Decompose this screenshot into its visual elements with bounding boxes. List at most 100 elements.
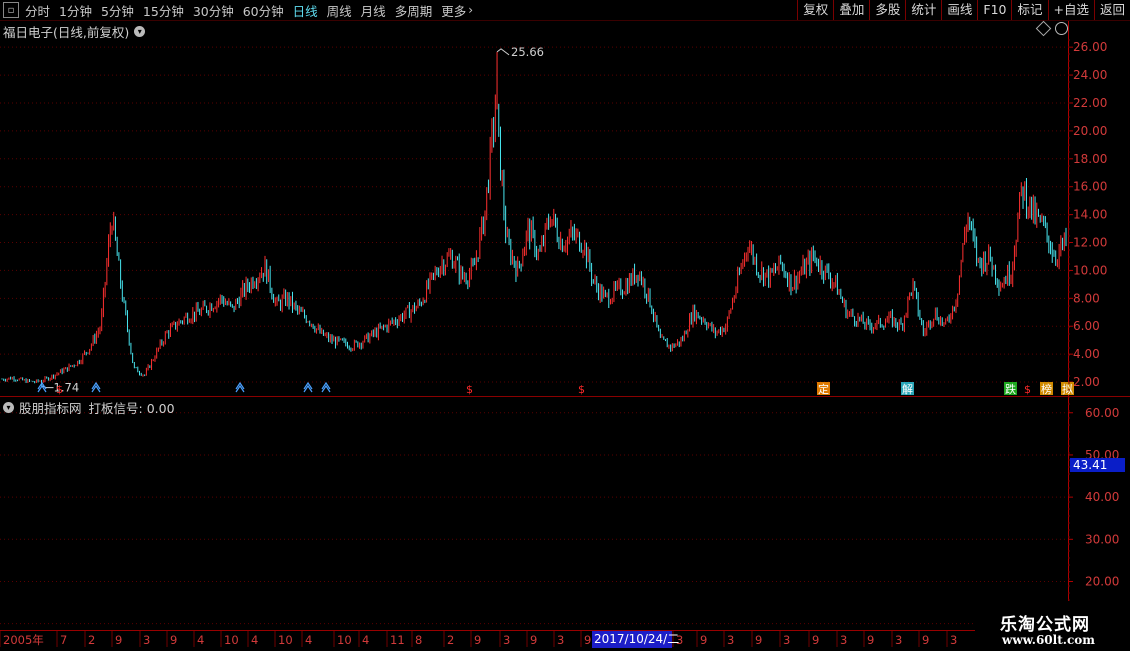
date-label: 8: [415, 633, 422, 647]
date-label: 10: [224, 633, 239, 647]
cursor-value-badge: 43.41: [1070, 458, 1125, 472]
period-tab-0[interactable]: 分时: [25, 1, 50, 20]
date-axis-labels: 2005年 7 2 9 3 9 4 10 4 10 4 10 4 11 8 2 9 3 9 3 9 3 9 3 9 3 9 3 9 3 9 3: [0, 631, 957, 647]
toolbar-button-7[interactable]: +自选: [1047, 0, 1094, 20]
logo-text: 乐淘公式网: [1000, 615, 1090, 635]
period-tab-7[interactable]: 周线: [327, 1, 352, 20]
y-tick-label: 12.00: [1073, 236, 1107, 250]
date-label: 3: [557, 633, 564, 647]
chevron-right-icon[interactable]: ›: [468, 3, 473, 17]
toolbar-button-4[interactable]: 画线: [941, 0, 977, 20]
watermark-logo: 乐淘公式网 www.60lt.com: [975, 601, 1130, 650]
period-toolbar: ▫ 分时 1分钟 5分钟 15分钟 30分钟 60分钟 日线 周线 月线 多周期 更多 › 复权 叠加多…: [0, 0, 1130, 21]
stock-title: 福日电子(日线,前复权): [3, 25, 130, 40]
toolbar-button-2[interactable]: 多股: [869, 0, 905, 20]
toolbar-button-0[interactable]: 复权: [797, 0, 833, 20]
indicator-value: 打板信号: 0.00: [88, 401, 175, 416]
date-label: 4: [305, 633, 312, 647]
date-label: 9: [755, 633, 762, 647]
y-tick-label: 10.00: [1073, 263, 1107, 277]
event-marker-label: 解: [902, 382, 913, 396]
toolbar-button-6[interactable]: 标记: [1011, 0, 1047, 20]
period-tab-8[interactable]: 月线: [361, 1, 386, 20]
max-pointer: [496, 48, 510, 56]
date-label: 9: [700, 633, 707, 647]
panel-toggle-icon[interactable]: ▫: [3, 2, 19, 18]
main-chart-title: 福日电子(日线,前复权) ▾: [3, 22, 146, 41]
toolbar-button-3[interactable]: 统计: [905, 0, 941, 20]
date-label-start: 2005年: [3, 633, 44, 647]
event-marker-label: 拟: [1062, 382, 1073, 396]
y-tick-label: 16.00: [1073, 180, 1107, 194]
y-tick-label: 8.00: [1073, 291, 1100, 305]
y-tick-label: 24.00: [1073, 68, 1107, 82]
period-tab-4[interactable]: 30分钟: [193, 1, 234, 20]
date-label: 9: [115, 633, 122, 647]
date-label: 3: [503, 633, 510, 647]
date-label: 9: [170, 633, 177, 647]
chevron-down-icon[interactable]: ▾: [3, 402, 14, 413]
date-label: 9: [584, 633, 591, 647]
date-label: 3: [895, 633, 902, 647]
date-label: 7: [60, 633, 67, 647]
period-tab-6[interactable]: 日线: [293, 1, 318, 20]
date-label: 3: [950, 633, 957, 647]
date-label: 4: [362, 633, 369, 647]
buy-arrow-icon: [321, 381, 331, 393]
toolbar-button-5[interactable]: F10: [977, 0, 1011, 20]
y-tick-label: 40.00: [1085, 490, 1119, 504]
period-tab-9[interactable]: 多周期: [395, 1, 433, 20]
chart-canvas[interactable]: 26.00 24.00 2 2.00 20.00 18.00 16.00 14.00 12.00…: [0, 0, 1130, 650]
y-tick-label: 2.00: [1073, 375, 1100, 389]
date-label: 3: [840, 633, 847, 647]
date-label: 9: [474, 633, 481, 647]
date-label: 9: [867, 633, 874, 647]
y-tick-label: 18.00: [1073, 152, 1107, 166]
sell-signal-icon: $: [56, 383, 63, 396]
date-label: 9: [812, 633, 819, 647]
date-label: 10: [337, 633, 352, 647]
y-tick-label: 60.00: [1085, 406, 1119, 420]
date-label: 4: [251, 633, 258, 647]
date-label: 4: [197, 633, 204, 647]
candles: [1, 51, 1067, 386]
y-tick-label: 20.00: [1085, 574, 1119, 588]
indicator-name: 股朋指标网: [19, 401, 82, 416]
period-tab-1[interactable]: 1分钟: [59, 1, 92, 20]
y-tick-label: 26.00: [1073, 40, 1107, 54]
date-axis[interactable]: 2005年 7 2 9 3 9 4 10 4 10 4 10 4 11 8 2 9 3 9 3 9 3 9 3 9 3 9 3 9 3 9 3…: [0, 630, 975, 648]
max-label: 25.66: [511, 45, 544, 59]
toolbar-button-8[interactable]: 返回: [1093, 0, 1130, 20]
date-label: 9: [530, 633, 537, 647]
buy-arrow-icon: [235, 381, 245, 393]
date-label: 3: [143, 633, 150, 647]
buy-arrow-icon: [303, 381, 313, 393]
indicator-title: ▾ 股朋指标网 打板信号: 0.00: [3, 398, 175, 417]
date-label: 11: [390, 633, 405, 647]
date-label: 3: [783, 633, 790, 647]
period-tab-5[interactable]: 60分钟: [243, 1, 284, 20]
circle-icon[interactable]: [1055, 22, 1068, 35]
y-tick-label: 6.00: [1073, 319, 1100, 333]
event-marker-label: 榜: [1041, 382, 1052, 396]
y-tick-label: 14.00: [1073, 208, 1107, 222]
function-buttons: 复权 叠加 多股 统计 画线 F10 标记 +自选 返回: [797, 0, 1130, 20]
date-label: 9: [922, 633, 929, 647]
period-tab-2[interactable]: 5分钟: [101, 1, 134, 20]
event-marker-label: 跌: [1005, 382, 1016, 396]
date-label: 10: [278, 633, 293, 647]
y-tick-label: 4.00: [1073, 347, 1100, 361]
sell-signal-icon: $: [1024, 383, 1031, 396]
sell-signal-icon: $: [466, 383, 473, 396]
chevron-down-icon[interactable]: ▾: [134, 26, 146, 37]
cursor-date: 2017/10/24/二: [592, 631, 680, 648]
logo-url: www.60lt.com: [1002, 633, 1095, 647]
event-marker-label: 定: [818, 382, 829, 396]
sell-signal-icon: $: [578, 383, 585, 396]
period-list: ▫ 分时 1分钟 5分钟 15分钟 30分钟 60分钟 日线 周线 月线 多周期 更多 ›: [0, 0, 473, 20]
y-tick-label: 20.00: [1073, 124, 1107, 138]
period-tab-3[interactable]: 15分钟: [143, 1, 184, 20]
period-tab-10[interactable]: 更多: [441, 1, 466, 20]
toolbar-button-1[interactable]: 叠加: [833, 0, 869, 20]
date-label: 2: [447, 633, 454, 647]
